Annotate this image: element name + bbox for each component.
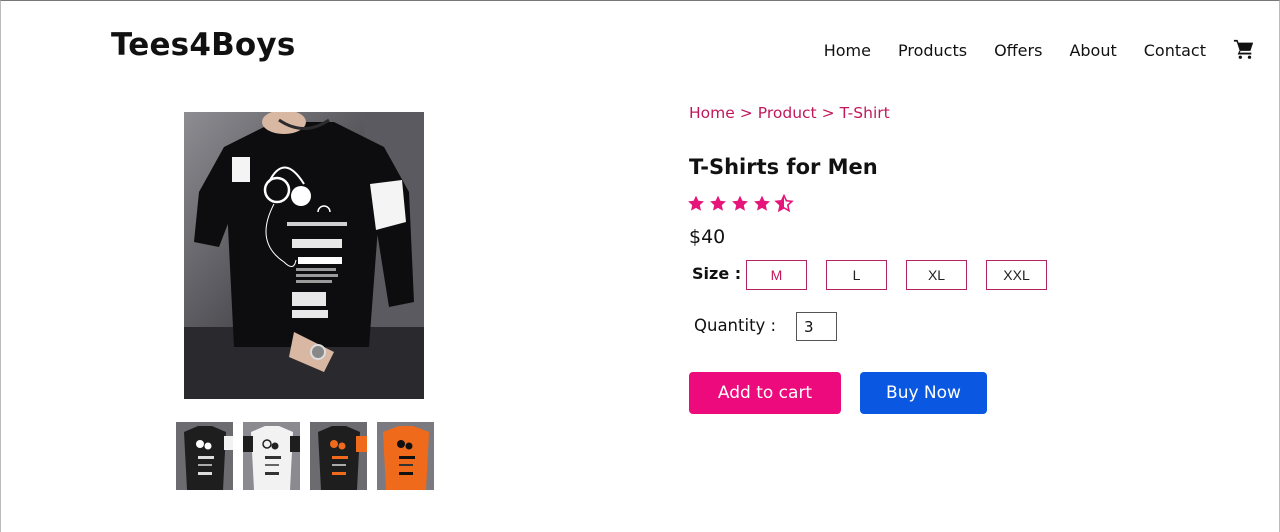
thumbnail-black[interactable]: [176, 422, 233, 490]
nav-contact[interactable]: Contact: [1144, 41, 1206, 61]
thumbnail-black-orange[interactable]: [310, 422, 367, 490]
thumbnail-orange[interactable]: [377, 422, 434, 490]
breadcrumb-home[interactable]: Home: [689, 104, 735, 122]
breadcrumb: Home > Product > T-Shirt: [689, 104, 890, 122]
star-full-icon: [732, 195, 748, 211]
size-option-l[interactable]: L: [826, 260, 887, 290]
add-to-cart-button[interactable]: Add to cart: [689, 372, 841, 414]
star-half-icon: [774, 194, 794, 213]
quantity-input[interactable]: [796, 312, 837, 341]
page: Tees4Boys Home Products Offers About Con…: [0, 0, 1280, 532]
nav-offers[interactable]: Offers: [994, 41, 1042, 61]
product-price: $40: [689, 226, 726, 248]
star-full-icon: [710, 195, 726, 211]
size-label: Size :: [692, 264, 742, 283]
nav-home[interactable]: Home: [824, 41, 871, 61]
buy-now-button[interactable]: Buy Now: [860, 372, 987, 414]
shopping-cart-icon[interactable]: [1233, 38, 1255, 60]
brand-logo[interactable]: Tees4Boys: [111, 27, 296, 63]
product-title: T-Shirts for Men: [689, 155, 878, 179]
product-main-image: [184, 112, 424, 399]
breadcrumb-tshirt[interactable]: T-Shirt: [840, 104, 890, 122]
nav-about[interactable]: About: [1069, 41, 1116, 61]
star-full-icon: [754, 195, 770, 211]
breadcrumb-separator: >: [821, 104, 835, 122]
breadcrumb-product[interactable]: Product: [758, 104, 817, 122]
size-option-xl[interactable]: XL: [906, 260, 967, 290]
quantity-label: Quantity :: [694, 316, 777, 335]
rating-stars: [686, 194, 796, 213]
thumbnail-white[interactable]: [243, 422, 300, 490]
nav-products[interactable]: Products: [898, 41, 967, 61]
star-full-icon: [688, 195, 704, 211]
size-option-m[interactable]: M: [746, 260, 807, 290]
breadcrumb-separator: >: [739, 104, 753, 122]
thumbnail-strip: [176, 422, 444, 490]
main-nav: Home Products Offers About Contact: [824, 38, 1255, 61]
size-option-xxl[interactable]: XXL: [986, 260, 1047, 290]
size-options: M L XL XXL: [746, 260, 1066, 290]
